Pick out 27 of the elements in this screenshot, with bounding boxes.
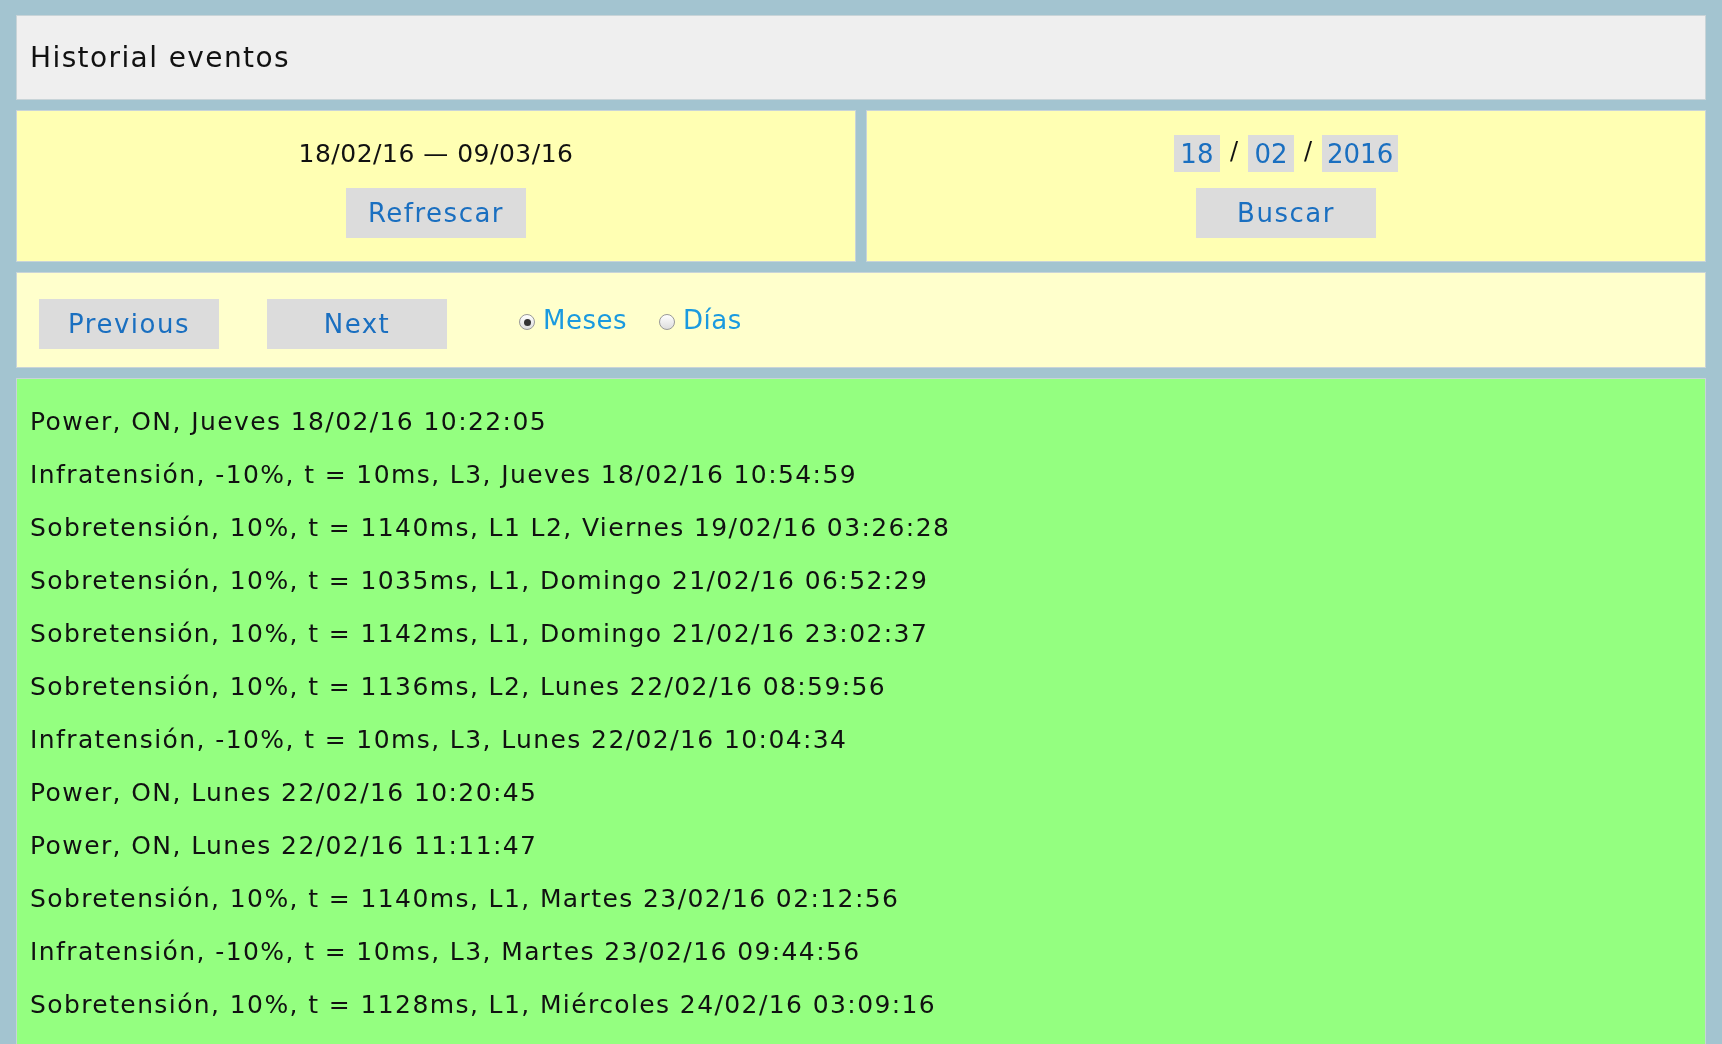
next-button[interactable]: Next xyxy=(267,299,447,349)
event-entry: Sobretensión, 10%, t = 1142ms, L1, Domingo 21/02/16 23:02:37 xyxy=(30,618,930,650)
date-range: 18/02/16 — 09/03/16 xyxy=(298,138,574,170)
event-entry: Power, ON, Lunes 22/02/16 10:20:45 xyxy=(30,777,539,809)
event-entry: Infratensión, -10%, t = 10ms, L3, Martes 23/02/16 09:44:56 xyxy=(30,936,862,968)
year-field[interactable]: 2016 xyxy=(1322,135,1399,172)
date-separator: / xyxy=(1304,136,1313,165)
day-field[interactable]: 18 xyxy=(1173,135,1220,172)
event-entry: Sobretensión, 10%, t = 1035ms, L1, Domingo 21/02/16 06:52:29 xyxy=(30,565,930,597)
radio-label[interactable]: Meses xyxy=(543,305,628,335)
page-title: Historial eventos xyxy=(30,41,290,74)
refresh-button[interactable]: Refrescar xyxy=(346,188,526,238)
radio-button[interactable] xyxy=(519,314,535,330)
radio-label[interactable]: Días xyxy=(683,305,742,335)
radio-button[interactable] xyxy=(659,314,676,330)
event-entry: Infratensión, -10%, t = 10ms, L3, Lunes 22/02/16 10:04:34 xyxy=(30,724,849,756)
previous-button[interactable]: Previous xyxy=(39,299,219,349)
month-field[interactable]: 02 xyxy=(1248,135,1294,172)
date-separator: / xyxy=(1229,136,1238,165)
event-entry: Sobretensión, 10%, t = 1128ms, L1, Miércoles 24/02/16 03:09:16 xyxy=(30,989,938,1021)
event-entry: Infratensión, -10%, t = 10ms, L3, Jueves 18/02/16 10:54:59 xyxy=(30,459,859,491)
event-entry: Power, ON, Lunes 22/02/16 11:11:47 xyxy=(30,830,539,862)
event-entry: Sobretensión, 10%, t = 1136ms, L2, Lunes 22/02/16 08:59:56 xyxy=(30,671,888,703)
search-button[interactable]: Buscar xyxy=(1196,188,1376,238)
event-entry: Sobretensión, 10%, t = 1140ms, L1, Martes 23/02/16 02:12:56 xyxy=(30,883,901,915)
event-entry: Sobretensión, 10%, t = 1140ms, L1 L2, Viernes 19/02/16 03:26:28 xyxy=(30,512,952,544)
event-entry: Power, ON, Jueves 18/02/16 10:22:05 xyxy=(30,406,548,438)
